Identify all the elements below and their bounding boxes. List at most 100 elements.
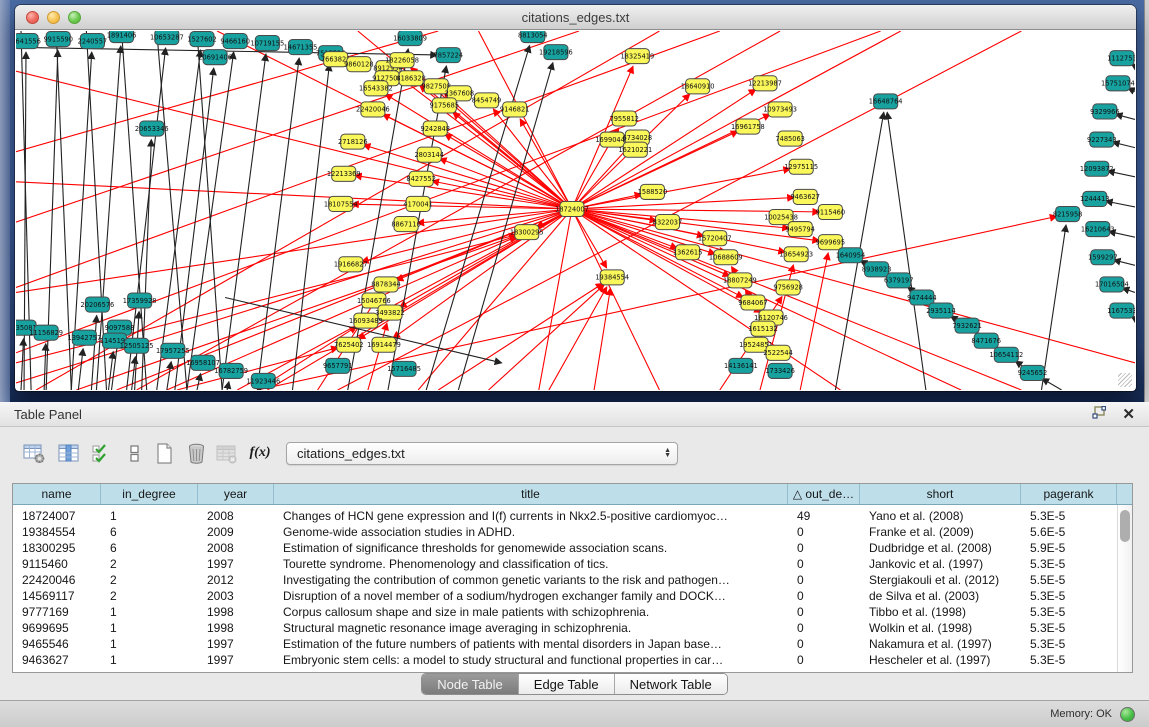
graph-node[interactable]: 16093489 (349, 313, 383, 328)
graph-node[interactable]: 8215958 (1053, 206, 1083, 221)
graph-node[interactable]: 9466160 (220, 34, 250, 49)
graph-node[interactable]: 18107554 (324, 196, 358, 211)
memory-status-indicator[interactable] (1120, 707, 1135, 722)
graph-node[interactable]: 18724007 (555, 201, 589, 216)
graph-node[interactable]: 1167533 (1107, 303, 1135, 318)
network-window-titlebar[interactable]: citations_edges.txt (15, 5, 1136, 30)
table-row[interactable]: 1456911722003Disruption of a novel membe… (13, 588, 1132, 604)
graph-edge[interactable] (1042, 378, 1062, 390)
graph-node[interactable]: 1891406 (107, 31, 137, 43)
table-row[interactable]: 946554611997Estimation of the future num… (13, 636, 1132, 652)
function-builder-icon[interactable]: f(x) (248, 441, 272, 465)
graph-edge[interactable] (1106, 201, 1135, 207)
graph-node[interactable]: 20206576 (81, 297, 115, 312)
column-header-short[interactable]: short (860, 484, 1021, 504)
graph-node[interactable]: 9495794 (785, 222, 815, 237)
float-panel-icon[interactable] (1092, 406, 1106, 424)
graph-node[interactable]: 1527602 (187, 32, 217, 47)
graph-node[interactable]: 15751074 (1101, 76, 1135, 91)
graph-edge[interactable] (16, 209, 572, 292)
graph-node[interactable]: 1244413 (1080, 191, 1110, 206)
graph-node[interactable]: 9175685 (430, 98, 460, 113)
table-source-dropdown[interactable]: citations_edges.txt ▲▼ (286, 442, 678, 465)
graph-node[interactable]: 10973493 (763, 102, 797, 117)
table-row[interactable]: 1830029562008Estimation of significance … (13, 540, 1132, 556)
graph-node[interactable]: 1641556 (16, 34, 41, 49)
graph-node[interactable]: 9860128 (344, 57, 374, 72)
graph-node[interactable]: 7625402 (334, 337, 364, 352)
graph-node[interactable]: 16961758 (731, 119, 765, 134)
table-row[interactable]: 1938455462009Genome-wide association stu… (13, 524, 1132, 540)
graph-node[interactable]: 19384554 (595, 270, 629, 285)
graph-node[interactable]: 1588520 (638, 184, 668, 199)
graph-node[interactable]: 17359928 (123, 293, 157, 308)
graph-edge[interactable] (539, 209, 572, 390)
graph-node[interactable]: 19166827 (334, 257, 368, 272)
graph-node[interactable]: 16648764 (869, 94, 903, 109)
graph-node[interactable]: 15716485 (387, 361, 421, 376)
graph-node[interactable]: 12975115 (784, 159, 818, 174)
graph-node[interactable]: 9242848 (420, 121, 450, 136)
column-header-title[interactable]: title (274, 484, 788, 504)
tab-node-table[interactable]: Node Table (422, 674, 519, 694)
graph-node[interactable]: 10653287 (150, 31, 184, 45)
graph-node[interactable]: 9463627 (790, 189, 820, 204)
graph-node[interactable]: 10654112 (989, 347, 1023, 362)
graph-node[interactable]: 11156829 (29, 325, 63, 340)
graph-edge[interactable] (167, 362, 171, 390)
graph-node[interactable]: 8878344 (371, 277, 401, 292)
graph-node[interactable]: 12505125 (120, 338, 154, 353)
graph-node[interactable]: 18300295 (510, 225, 544, 240)
graph-edge[interactable] (21, 339, 23, 390)
graph-node[interactable]: 16210221 (618, 142, 652, 157)
graph-node[interactable]: 1112753 (1107, 51, 1135, 66)
graph-edge[interactable] (549, 287, 607, 390)
tab-network-table[interactable]: Network Table (615, 674, 727, 694)
graph-node[interactable]: 8867110 (391, 217, 421, 232)
graph-node[interactable]: 8813054 (518, 31, 548, 43)
graph-node[interactable]: 18640910 (681, 79, 715, 94)
graph-edge[interactable] (1041, 225, 1066, 390)
graph-node[interactable]: 22420046 (356, 102, 390, 117)
graph-node[interactable]: 9684067 (738, 295, 768, 310)
select-columns-icon[interactable] (56, 441, 80, 465)
column-header-out_de[interactable]: △ out_de… (788, 484, 860, 504)
select-rows-icon[interactable] (90, 441, 114, 465)
graph-node[interactable]: 16782759 (214, 363, 248, 378)
graph-node[interactable]: 9915590 (43, 32, 73, 47)
graph-node[interactable]: 12093872 (1080, 161, 1114, 176)
table-scrollbar[interactable] (1117, 505, 1132, 672)
graph-node[interactable]: 4170041 (403, 196, 433, 211)
graph-edge[interactable] (44, 344, 46, 390)
graph-node[interactable]: 10688609 (709, 250, 743, 265)
graph-node[interactable]: 7932621 (952, 318, 982, 333)
graph-node[interactable]: 15720407 (698, 231, 732, 246)
column-header-name[interactable]: name (13, 484, 101, 504)
graph-node[interactable]: 14136141 (724, 358, 758, 373)
graph-node[interactable]: 9146821 (500, 102, 530, 117)
right-splitter-strip[interactable] (1144, 0, 1149, 402)
graph-node[interactable]: 16033809 (393, 31, 427, 46)
graph-node[interactable]: 20691406 (198, 50, 232, 65)
graph-edge[interactable] (197, 31, 222, 390)
graph-node[interactable]: 13654923 (779, 247, 813, 262)
table-row[interactable]: 977716911998Corpus callosum shape and si… (13, 604, 1132, 620)
graph-node[interactable]: 19218596 (539, 45, 573, 60)
graph-edge[interactable] (157, 31, 187, 390)
network-canvas-container[interactable]: 1641556991559022405571891406106532871527… (16, 31, 1135, 390)
delete-table-icon[interactable] (184, 441, 208, 465)
graph-edge[interactable] (800, 253, 828, 390)
graph-node[interactable]: 7955812 (610, 111, 640, 126)
graph-edge[interactable] (175, 68, 214, 390)
network-canvas[interactable]: 1641556991559022405571891406106532871527… (16, 31, 1135, 390)
graph-node[interactable]: 6379197 (884, 273, 914, 288)
graph-node[interactable]: 13942757 (68, 330, 102, 345)
graph-edge[interactable] (24, 52, 26, 390)
zoom-window-icon[interactable] (68, 11, 81, 24)
close-panel-icon[interactable]: ✕ (1122, 407, 1135, 422)
graph-edge[interactable] (78, 349, 83, 390)
graph-node[interactable]: 2718126 (338, 134, 368, 149)
graph-node[interactable]: 10719155 (250, 36, 284, 51)
graph-node[interactable]: 1640954 (836, 248, 866, 263)
column-header-pagerank[interactable]: pagerank (1021, 484, 1117, 504)
